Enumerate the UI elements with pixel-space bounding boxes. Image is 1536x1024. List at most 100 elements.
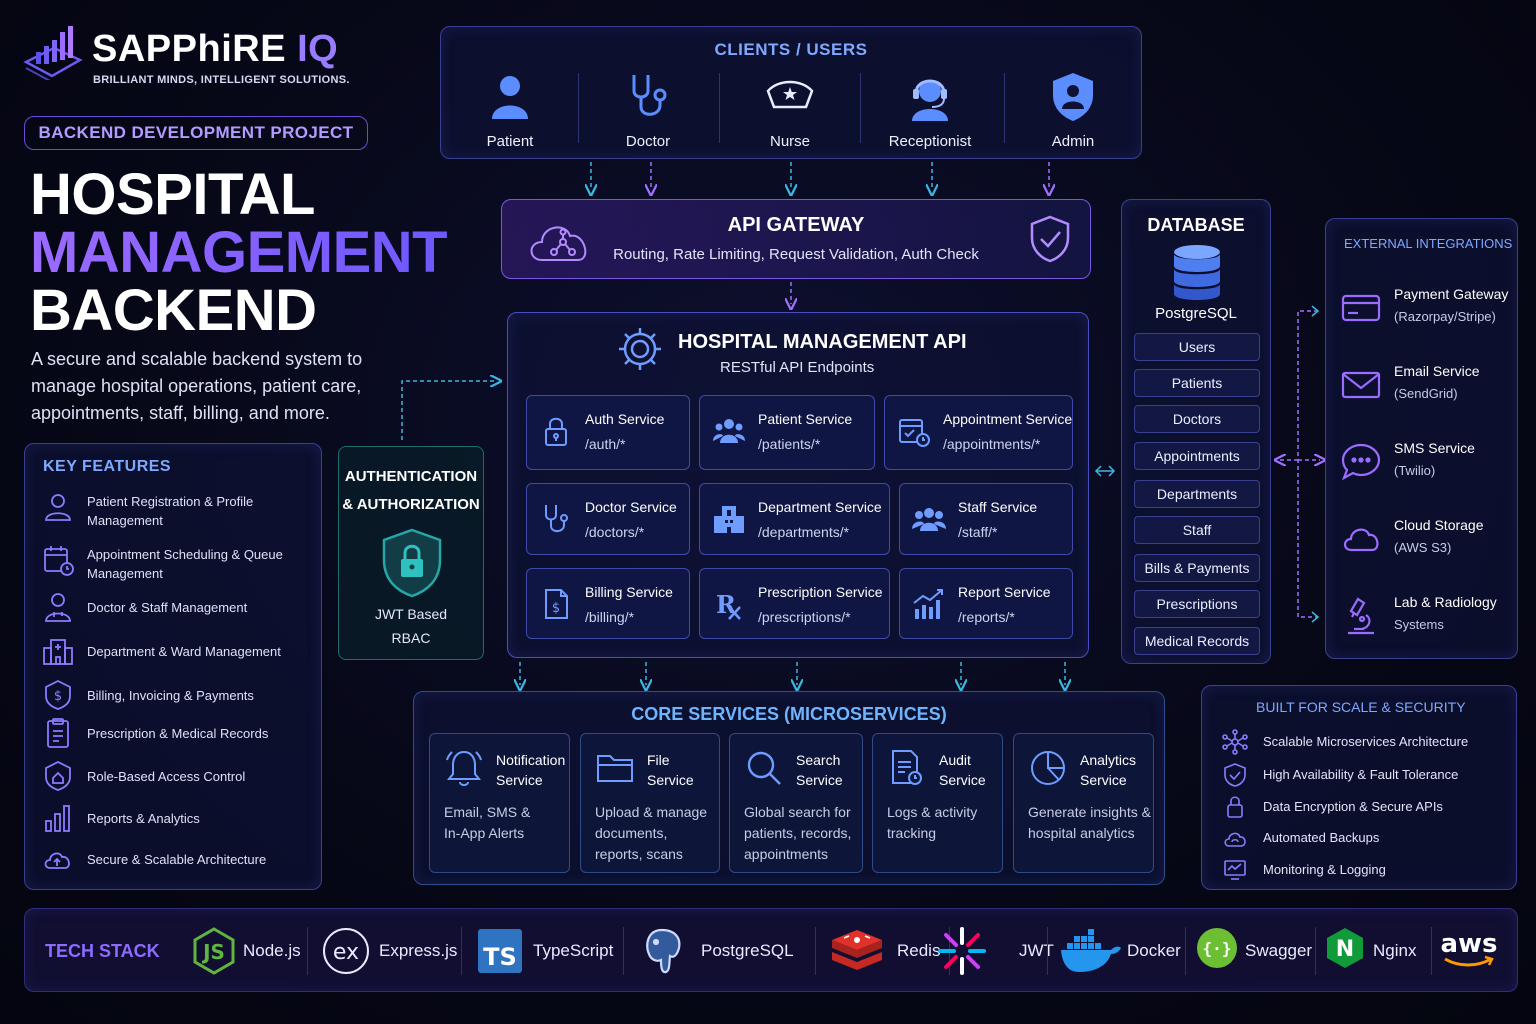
service-name: Prescription Service: [758, 584, 883, 600]
hospital-icon: [41, 634, 75, 668]
project-badge: BACKEND DEVELOPMENT PROJECT: [24, 116, 368, 150]
tech-label: Express.js: [379, 941, 458, 960]
tech-typescript[interactable]: TS TypeScript: [475, 926, 620, 976]
svg-text:$: $: [54, 689, 62, 704]
tech-nginx[interactable]: N Nginx: [1323, 926, 1423, 976]
service-card-report[interactable]: Report Service /reports/*: [899, 568, 1073, 639]
core-service-name: Search Service: [796, 750, 843, 790]
pie-chart-icon: [1028, 748, 1068, 788]
tech-label: JWT: [1019, 941, 1054, 960]
integration-sub: Systems: [1394, 617, 1444, 632]
key-features-title: KEY FEATURES: [43, 458, 172, 475]
database-title: DATABASE: [1147, 215, 1245, 235]
service-name: Doctor Service: [585, 499, 677, 515]
integration-email[interactable]: Email Service (SendGrid): [1340, 360, 1515, 410]
core-service-desc: Logs & activity tracking: [887, 804, 978, 841]
core-service-audit[interactable]: Audit Service Logs & activity tracking: [872, 733, 1003, 873]
integration-sub: (Razorpay/Stripe): [1394, 309, 1496, 324]
jwt-logo-icon: [937, 926, 987, 976]
service-endpoint: /departments/*: [758, 524, 850, 540]
scale-item-label: Scalable Microservices Architecture: [1263, 734, 1469, 749]
core-service-search[interactable]: Search Service Global search for patients…: [729, 733, 863, 873]
integration-lab[interactable]: Lab & Radiology Systems: [1340, 591, 1515, 641]
scale-item: Scalable Microservices Architecture: [1222, 729, 1512, 755]
db-table[interactable]: Patients: [1134, 369, 1260, 397]
service-card-billing[interactable]: $ Billing Service /billing/*: [526, 568, 690, 639]
chat-bubble-icon: [1340, 441, 1382, 483]
client-doctor[interactable]: Doctor: [588, 71, 708, 150]
feature-label: Reports & Analytics: [87, 811, 200, 826]
core-service-notification[interactable]: Notification Service Email, SMS & In-App …: [429, 733, 570, 873]
feature-item: Prescription & Medical Records: [41, 716, 311, 756]
db-table[interactable]: Prescriptions: [1134, 590, 1260, 618]
feature-item: Doctor & Staff Management: [41, 590, 311, 630]
tech-docker[interactable]: Docker: [1059, 926, 1199, 976]
tech-postgresql[interactable]: PostgreSQL: [637, 926, 797, 976]
integration-storage[interactable]: Cloud Storage (AWS S3): [1340, 514, 1515, 564]
database-icon: [1171, 244, 1223, 300]
service-card-doctor[interactable]: Doctor Service /doctors/*: [526, 483, 690, 555]
headset-icon: [904, 71, 956, 123]
db-table[interactable]: Staff: [1134, 516, 1260, 544]
service-card-patient[interactable]: Patient Service /patients/*: [699, 395, 875, 470]
db-table[interactable]: Departments: [1134, 480, 1260, 508]
db-table[interactable]: Users: [1134, 333, 1260, 361]
integration-sms[interactable]: SMS Service (Twilio): [1340, 437, 1515, 487]
service-card-auth[interactable]: Auth Service /auth/*: [526, 395, 690, 470]
service-card-appointment[interactable]: Appointment Service /appointments/*: [884, 395, 1073, 470]
dollar-icon: $: [41, 678, 75, 712]
feature-label: Prescription & Medical Records: [87, 726, 269, 741]
tech-aws[interactable]: aws: [1439, 926, 1509, 976]
api-gateway-subtitle: Routing, Rate Limiting, Request Validati…: [613, 246, 979, 263]
hm-api-title: HOSPITAL MANAGEMENT API: [678, 331, 967, 353]
hero-title-line3: BACKEND: [30, 278, 317, 343]
feature-label: Patient Registration & Profile Managemen…: [87, 494, 254, 528]
lock-icon: [539, 414, 573, 448]
service-card-prescription[interactable]: R Prescription Service /prescriptions/*: [699, 568, 890, 639]
feature-item: $ Billing, Invoicing & Payments: [41, 678, 311, 718]
client-receptionist[interactable]: Receptionist: [870, 71, 990, 150]
separator: [1185, 927, 1186, 975]
db-table[interactable]: Appointments: [1134, 442, 1260, 470]
tech-nodejs[interactable]: JS Node.js: [189, 926, 309, 976]
typescript-logo-text: TS: [483, 943, 517, 971]
tech-swagger[interactable]: {·} Swagger: [1195, 926, 1315, 976]
brand-name-main: SAPPhiRE: [92, 28, 287, 70]
client-nurse[interactable]: Nurse: [730, 71, 850, 150]
client-patient[interactable]: Patient: [450, 71, 570, 150]
tech-redis[interactable]: Redis: [829, 926, 940, 976]
client-admin[interactable]: Admin: [1013, 71, 1133, 150]
patient-icon: [484, 71, 536, 123]
core-service-desc: Email, SMS & In-App Alerts: [444, 804, 531, 841]
service-endpoint: /prescriptions/*: [758, 609, 851, 625]
db-table[interactable]: Bills & Payments: [1134, 554, 1260, 582]
database-panel: DATABASE PostgreSQL Users Patients Docto…: [1121, 199, 1271, 664]
scale-item: Data Encryption & Secure APIs: [1222, 794, 1512, 820]
service-card-staff[interactable]: Staff Service /staff/*: [899, 483, 1073, 555]
database-engine: PostgreSQL: [1155, 305, 1237, 322]
db-table[interactable]: Medical Records: [1134, 627, 1260, 655]
separator: [719, 73, 720, 143]
shield-home-icon: [41, 759, 75, 793]
core-service-file[interactable]: File Service Upload & manage documents, r…: [580, 733, 720, 873]
core-service-analytics[interactable]: Analytics Service Generate insights & hos…: [1013, 733, 1154, 873]
envelope-icon: [1340, 364, 1382, 406]
feature-label: Department & Ward Management: [87, 644, 281, 659]
integration-name: Payment Gateway: [1394, 286, 1509, 302]
monitor-icon: [1222, 857, 1248, 883]
integration-sub: (Twilio): [1394, 463, 1436, 478]
svg-text:{·}: {·}: [1203, 939, 1232, 958]
search-icon: [744, 748, 784, 788]
tech-stack-panel: TECH STACK JS Node.js ex Express.js TS T…: [24, 908, 1518, 992]
tech-jwt[interactable]: JWT: [937, 926, 1054, 976]
building-icon: [712, 502, 746, 536]
feature-label: Secure & Scalable Architecture: [87, 852, 267, 867]
integration-payment[interactable]: Payment Gateway (Razorpay/Stripe): [1340, 283, 1515, 333]
tech-express[interactable]: ex Express.js: [321, 926, 461, 976]
db-table[interactable]: Doctors: [1134, 405, 1260, 433]
service-card-department[interactable]: Department Service /departments/*: [699, 483, 890, 555]
api-gateway-panel: API GATEWAY Routing, Rate Limiting, Requ…: [501, 199, 1091, 279]
separator: [1431, 927, 1432, 975]
svg-text:JS: JS: [201, 940, 225, 964]
folder-icon: [595, 748, 635, 788]
